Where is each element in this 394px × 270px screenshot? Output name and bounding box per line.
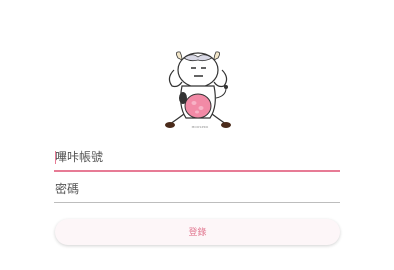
login-button[interactable]: 登錄 bbox=[55, 219, 340, 245]
mascot-caption: MOOSPRO bbox=[191, 125, 209, 129]
username-input[interactable] bbox=[54, 146, 340, 172]
password-field[interactable] bbox=[54, 178, 340, 203]
password-input[interactable] bbox=[54, 178, 340, 203]
cow-mascot-icon bbox=[160, 48, 240, 130]
login-page: MOOSPRO 登錄 bbox=[0, 0, 394, 270]
username-field[interactable] bbox=[54, 146, 340, 172]
text-caret bbox=[55, 151, 56, 164]
